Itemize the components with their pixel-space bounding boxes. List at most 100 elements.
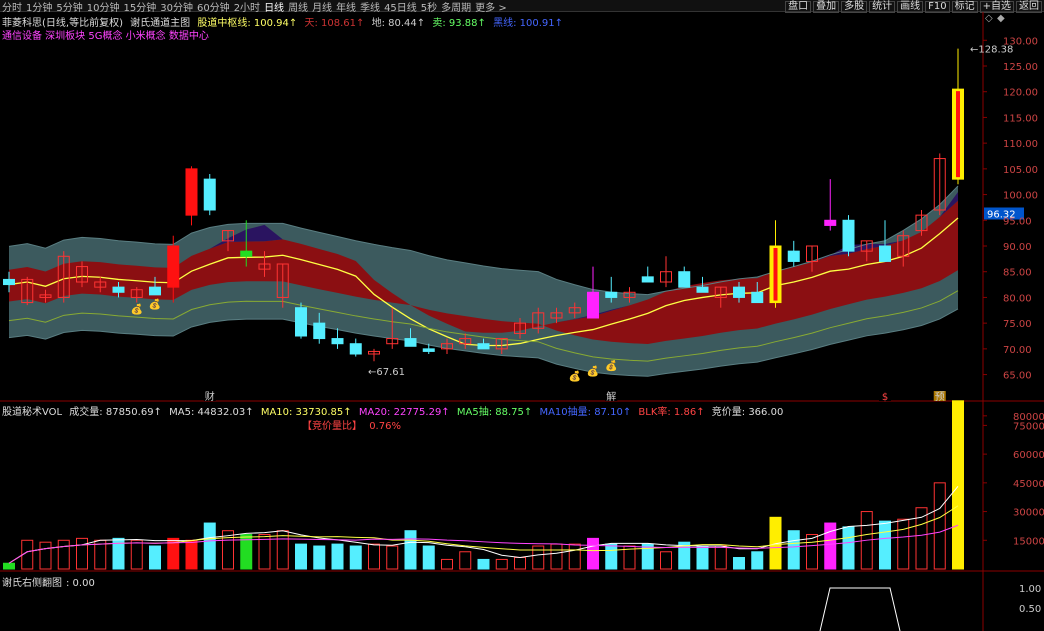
- volume-bar-40: [733, 557, 745, 570]
- volume-bar-19: [349, 545, 362, 570]
- candle-35: [641, 266, 654, 283]
- line-up: 天: 108.61↑: [304, 18, 365, 29]
- auction-ratio-label: 【竞价量比】: [302, 421, 362, 432]
- vol-tick-4: 30000: [1013, 508, 1044, 519]
- candle-11: [203, 174, 216, 216]
- volume-bar-48: [879, 520, 891, 570]
- kline-chart[interactable]: ←128.38←67.61💰 💰💰 💰 💰96.32130.00125.00120.0…: [0, 0, 1044, 631]
- volume-bar-51: [933, 482, 946, 570]
- candle-body-33: [605, 291, 618, 298]
- candle-body-16: [295, 307, 307, 337]
- price-tick-12: 70.00: [1003, 345, 1032, 356]
- money-bag-icon-4: 💰: [605, 359, 617, 372]
- event-marker-3: 预: [935, 391, 945, 403]
- candle-52: [952, 48, 964, 185]
- candle-body-41: [751, 291, 764, 304]
- candle-body-26: [477, 343, 490, 350]
- volume-bar-10: [185, 539, 198, 570]
- event-marker-2: $: [882, 392, 888, 403]
- indicator-line: [819, 587, 901, 631]
- candle-37: [678, 266, 691, 288]
- volume-bar-36: [660, 551, 672, 570]
- money-bag-icon-1: 💰: [149, 297, 161, 310]
- volume-bar-49: [897, 518, 910, 570]
- volume-bar-7: [130, 539, 143, 570]
- indicator-panel-value: : 0.00: [66, 578, 95, 589]
- candle-42: [769, 220, 782, 308]
- volume-bar-27: [495, 558, 508, 570]
- volume-bar-44: [806, 534, 818, 570]
- auction-ratio-value: 0.76%: [369, 421, 401, 432]
- volume-bar-39: [714, 545, 727, 570]
- volume-bar-33: [605, 543, 618, 570]
- price-tick-13: 65.00: [1003, 371, 1032, 382]
- candle-body-19: [349, 343, 362, 355]
- vol-tick-2: 60000: [1013, 450, 1044, 461]
- candle-body-37: [678, 271, 691, 288]
- candle-body-35: [641, 276, 654, 283]
- candle-body-23: [422, 348, 435, 352]
- low-price-label: ←67.61: [368, 367, 405, 378]
- indicator-panel-title: 谢氏右侧翻图: [2, 578, 62, 589]
- volume-bar-18: [331, 543, 344, 570]
- candle-body-40: [733, 286, 745, 298]
- price-tick-5: 105.00: [1003, 165, 1038, 176]
- candle-46: [842, 215, 855, 257]
- auction-ratio: 【竞价量比】 0.76%: [302, 417, 405, 432]
- price-tick-11: 75.00: [1003, 319, 1032, 330]
- ma5-value: MA5: 44832.03↑: [169, 407, 254, 418]
- event-marker-1: 解: [606, 390, 616, 403]
- volume-bar-31: [568, 543, 581, 570]
- volume-bar-41: [751, 551, 764, 570]
- vol-tick-1: 75000: [1013, 421, 1044, 432]
- candle-45: [824, 179, 837, 231]
- volume-bar-32: [587, 537, 599, 570]
- candle-body-22: [404, 338, 417, 347]
- volume-bar-21: [386, 545, 399, 570]
- ma5a-value: MA5抽: 88.75↑: [456, 407, 533, 418]
- price-tick-1: 125.00: [1003, 62, 1038, 73]
- candle-19: [349, 338, 362, 357]
- candle-body-32: [587, 291, 599, 319]
- candle-16: [295, 302, 307, 339]
- money-bag-icon-2: 💰: [569, 369, 581, 382]
- candle-body-48: [879, 245, 891, 262]
- price-tick-3: 115.00: [1003, 113, 1038, 124]
- indicator-tick-0: 1.00: [1019, 584, 1041, 595]
- candle-body-9: [167, 245, 180, 288]
- vol-tick-5: 15000: [1013, 536, 1044, 547]
- candle-core-52: [956, 91, 960, 178]
- vol-tick-3: 45000: [1013, 479, 1044, 490]
- volume-bar-8: [149, 545, 161, 570]
- candle-core-42: [773, 248, 778, 301]
- candle-body-0: [3, 278, 15, 286]
- diamond-icon[interactable]: ◇: [985, 13, 993, 24]
- settings-icon[interactable]: ◆: [997, 13, 1005, 24]
- candle-10: [185, 166, 198, 226]
- candle-body-13: [240, 250, 253, 257]
- candle-43: [787, 240, 800, 267]
- volume-bar-25: [459, 551, 472, 570]
- candle-18: [331, 328, 344, 349]
- auction-value: 竞价量: 366.00: [711, 407, 784, 418]
- price-tick-10: 80.00: [1003, 293, 1032, 304]
- candle-body-43: [787, 250, 800, 262]
- volume-bar-26: [477, 558, 490, 570]
- volume-bar-17: [313, 545, 326, 570]
- volume-bar-38: [696, 545, 709, 570]
- concept-tags: 通信设备 深圳板块 5G概念 小米概念 数据中心: [2, 31, 209, 42]
- candle-body-38: [696, 286, 709, 293]
- candle-body-6: [112, 286, 125, 293]
- volume-bar-28: [514, 557, 526, 570]
- stock-chart-window: 分时 1分钟 5分钟 10分钟 15分钟 30分钟 60分钟 2小时 日线 周线 月线 年线 季线 45日…: [0, 0, 1044, 631]
- candle-32: [587, 266, 599, 319]
- volume-header: 股道秘术VOL 成交量: 87850.69↑ MA5: 44832.03↑ MA…: [2, 403, 787, 418]
- candle-body-17: [313, 322, 326, 340]
- candle-body-46: [842, 219, 855, 252]
- candle-body-45: [824, 219, 837, 226]
- price-tick-6: 100.00: [1003, 191, 1038, 202]
- price-tick-7: 95.00: [1003, 216, 1032, 227]
- volume-bar-20: [368, 543, 380, 570]
- volume-bar-16: [295, 543, 307, 570]
- candle-body-18: [331, 338, 344, 345]
